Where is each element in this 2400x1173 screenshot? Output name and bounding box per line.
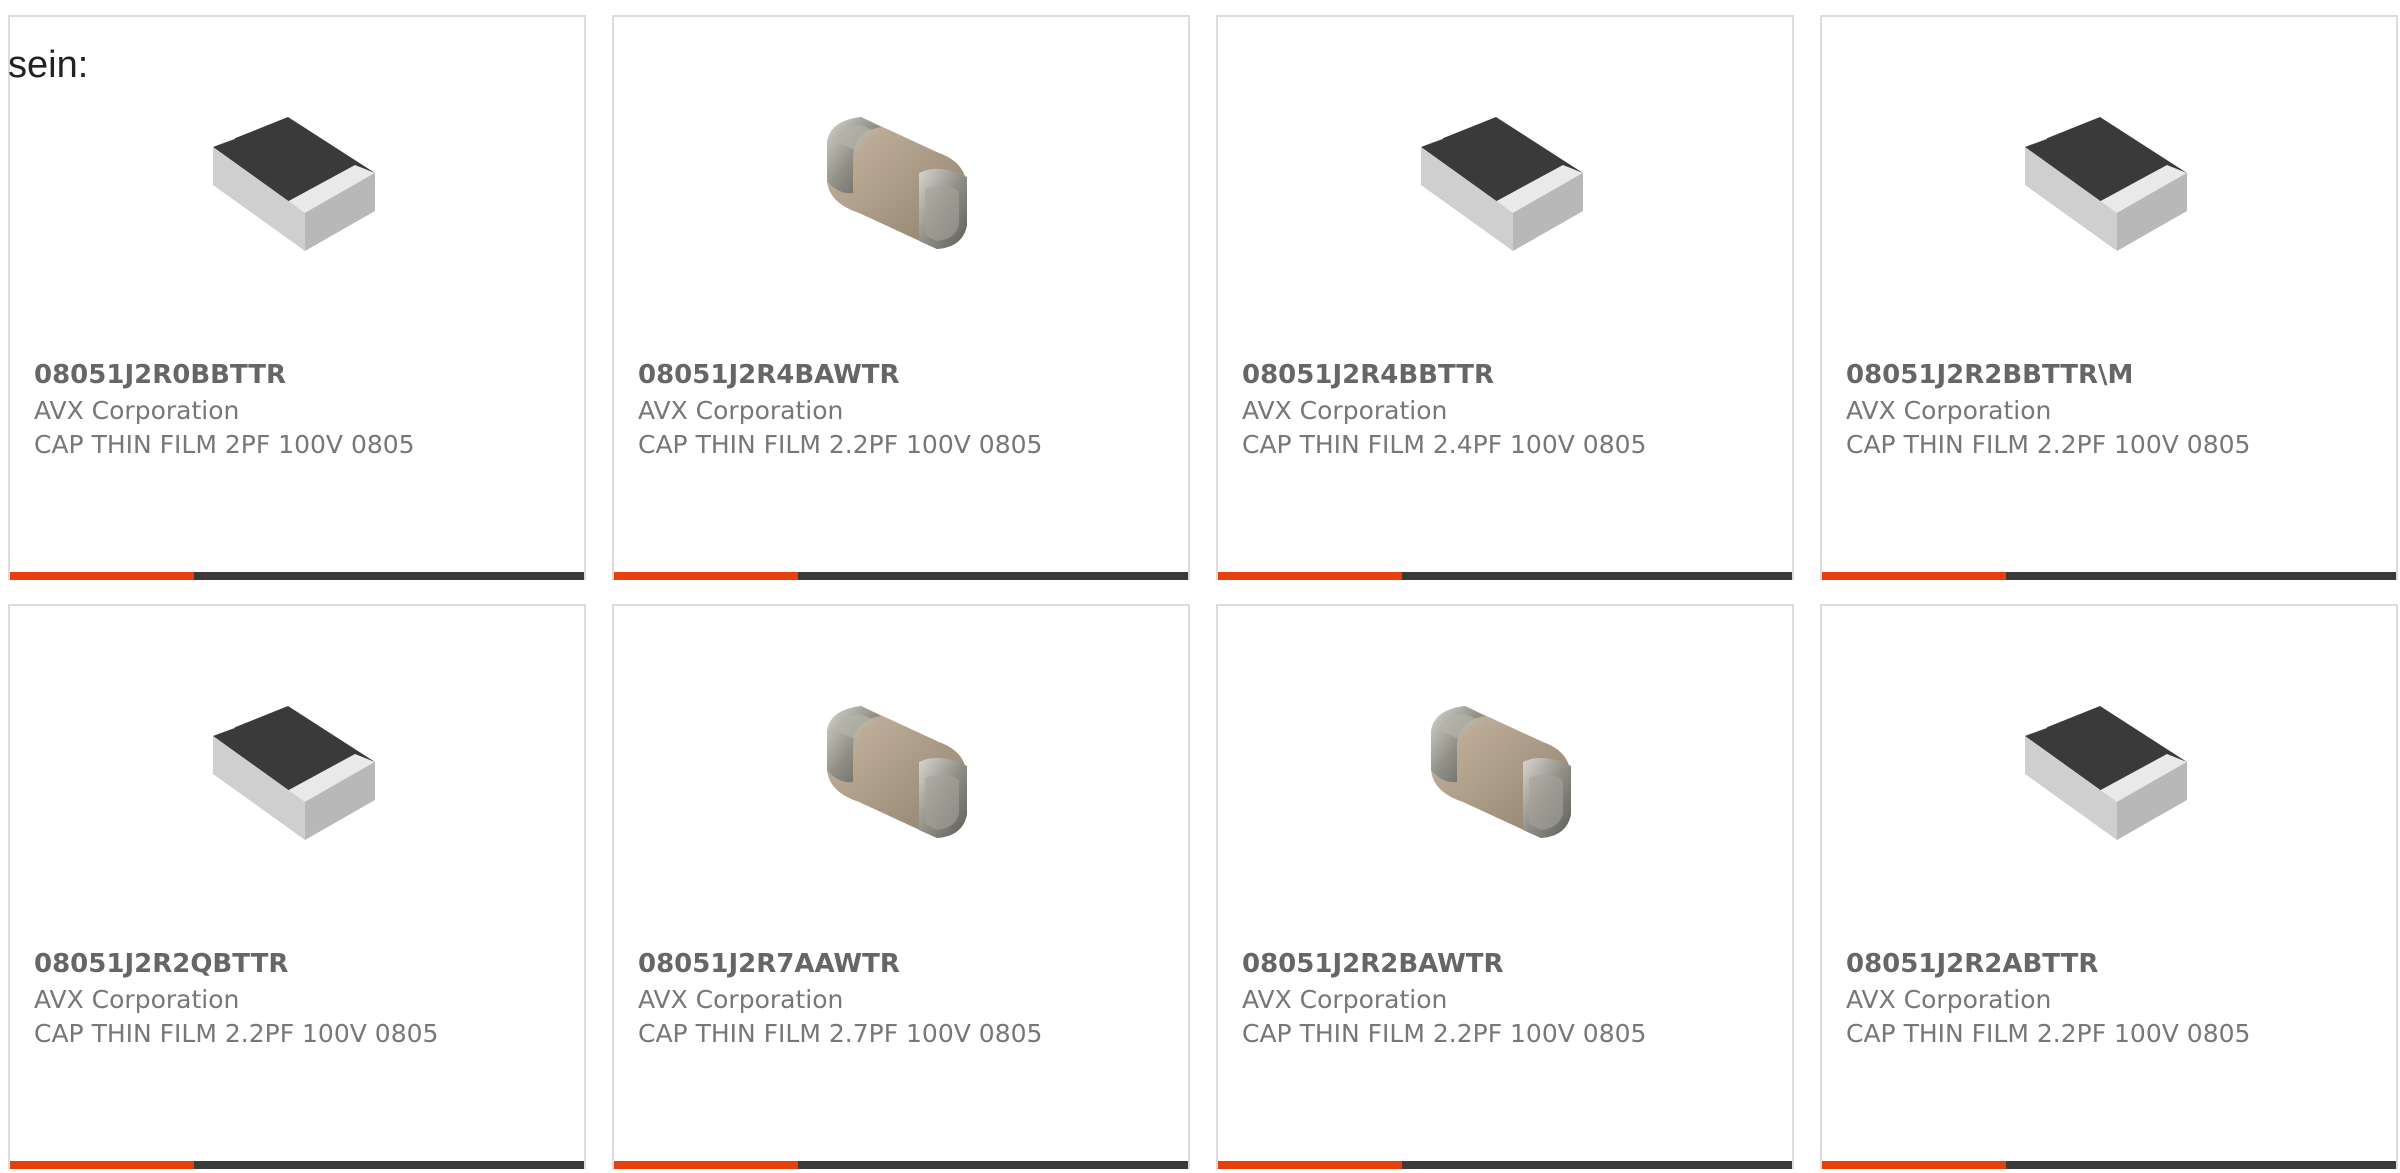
smd-chip-icon <box>195 85 395 285</box>
description-label: CAP THIN FILM 2.2PF 100V 0805 <box>638 430 1043 459</box>
card-accent-bar <box>1822 572 2396 580</box>
manufacturer-label: AVX Corporation <box>34 396 240 425</box>
card-accent-fill <box>614 572 798 580</box>
ceramic-capacitor-icon <box>1403 674 1603 874</box>
product-card[interactable]: 08051J2R4BAWTR AVX Corporation CAP THIN … <box>612 15 1190 580</box>
smd-chip-icon <box>2007 674 2207 874</box>
product-image[interactable] <box>1403 85 1603 285</box>
card-accent-bar <box>1822 1161 2396 1169</box>
description-label: CAP THIN FILM 2.2PF 100V 0805 <box>1242 1019 1647 1048</box>
product-card[interactable]: 08051J2R4BBTTR AVX Corporation CAP THIN … <box>1216 15 1794 580</box>
product-card[interactable]: 08051J2R2ABTTR AVX Corporation CAP THIN … <box>1820 604 2398 1169</box>
ceramic-capacitor-icon <box>799 85 999 285</box>
card-accent-bar <box>10 1161 584 1169</box>
product-listing-page: sein: 08051J2R0BBTTR AVX Corporation CAP… <box>0 0 2400 1173</box>
smd-chip-icon <box>1403 85 1603 285</box>
product-card[interactable]: 08051J2R0BBTTR AVX Corporation CAP THIN … <box>8 15 586 580</box>
card-accent-fill <box>1218 1161 1402 1169</box>
description-label: CAP THIN FILM 2.4PF 100V 0805 <box>1242 430 1647 459</box>
smd-chip-icon <box>195 674 395 874</box>
smd-chip-icon <box>2007 85 2207 285</box>
description-label: CAP THIN FILM 2PF 100V 0805 <box>34 430 415 459</box>
ceramic-capacitor-icon <box>799 674 999 874</box>
part-number-link[interactable]: 08051J2R2BAWTR <box>1242 951 1504 977</box>
product-image[interactable] <box>195 85 395 285</box>
product-image[interactable] <box>195 674 395 874</box>
product-image[interactable] <box>1403 674 1603 874</box>
part-number-link[interactable]: 08051J2R2BBTTR\M <box>1846 362 2133 388</box>
part-number-link[interactable]: 08051J2R2ABTTR <box>1846 951 2098 977</box>
manufacturer-label: AVX Corporation <box>1242 396 1448 425</box>
card-accent-bar <box>1218 572 1792 580</box>
part-number-link[interactable]: 08051J2R2QBTTR <box>34 951 288 977</box>
card-accent-fill <box>1822 572 2006 580</box>
product-card[interactable]: 08051J2R2BAWTR AVX Corporation CAP THIN … <box>1216 604 1794 1169</box>
product-card[interactable]: 08051J2R7AAWTR AVX Corporation CAP THIN … <box>612 604 1190 1169</box>
manufacturer-label: AVX Corporation <box>34 985 240 1014</box>
part-number-link[interactable]: 08051J2R7AAWTR <box>638 951 900 977</box>
part-number-link[interactable]: 08051J2R4BAWTR <box>638 362 900 388</box>
part-number-link[interactable]: 08051J2R0BBTTR <box>34 362 286 388</box>
card-accent-bar <box>614 572 1188 580</box>
product-image[interactable] <box>799 674 999 874</box>
intro-text: sein: <box>8 44 89 86</box>
card-accent-fill <box>1822 1161 2006 1169</box>
description-label: CAP THIN FILM 2.2PF 100V 0805 <box>1846 1019 2251 1048</box>
part-number-link[interactable]: 08051J2R4BBTTR <box>1242 362 1494 388</box>
product-image[interactable] <box>2007 674 2207 874</box>
description-label: CAP THIN FILM 2.2PF 100V 0805 <box>34 1019 439 1048</box>
product-grid: 08051J2R0BBTTR AVX Corporation CAP THIN … <box>8 15 2400 1169</box>
card-accent-fill <box>1218 572 1402 580</box>
description-label: CAP THIN FILM 2.2PF 100V 0805 <box>1846 430 2251 459</box>
product-card[interactable]: 08051J2R2QBTTR AVX Corporation CAP THIN … <box>8 604 586 1169</box>
product-image[interactable] <box>2007 85 2207 285</box>
card-accent-bar <box>1218 1161 1792 1169</box>
description-label: CAP THIN FILM 2.7PF 100V 0805 <box>638 1019 1043 1048</box>
product-image[interactable] <box>799 85 999 285</box>
manufacturer-label: AVX Corporation <box>638 396 844 425</box>
product-card[interactable]: 08051J2R2BBTTR\M AVX Corporation CAP THI… <box>1820 15 2398 580</box>
card-accent-bar <box>10 572 584 580</box>
card-accent-fill <box>10 1161 194 1169</box>
card-accent-fill <box>10 572 194 580</box>
manufacturer-label: AVX Corporation <box>1242 985 1448 1014</box>
manufacturer-label: AVX Corporation <box>1846 396 2052 425</box>
card-accent-bar <box>614 1161 1188 1169</box>
card-accent-fill <box>614 1161 798 1169</box>
manufacturer-label: AVX Corporation <box>638 985 844 1014</box>
manufacturer-label: AVX Corporation <box>1846 985 2052 1014</box>
